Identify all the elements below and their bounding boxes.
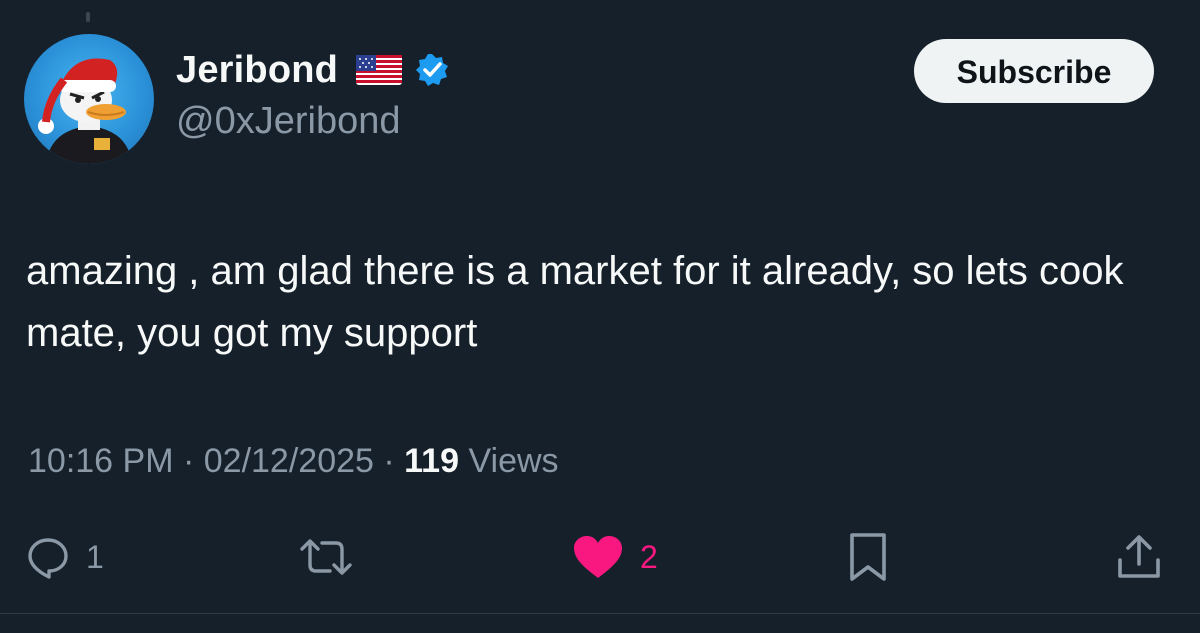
us-flag-icon <box>356 55 403 85</box>
reply-icon <box>28 538 68 579</box>
display-name[interactable]: Jeribond <box>176 49 338 92</box>
views-count[interactable]: 119 <box>404 442 459 480</box>
tweet-metadata: 10:16 PM · 02/12/2025 · 119 Views <box>28 442 559 481</box>
meta-separator: · <box>373 442 405 480</box>
views-label: Views <box>459 442 559 480</box>
divider <box>0 613 1200 614</box>
bookmark-icon <box>850 533 886 581</box>
subscribe-button[interactable]: Subscribe <box>914 39 1154 103</box>
bookmark-button[interactable] <box>848 522 888 592</box>
tweet-detail: Jeribond @0xJeribond Subscribe amazing ,… <box>0 0 1200 633</box>
author-handle[interactable]: @0xJeribond <box>176 100 450 143</box>
duck-avatar-icon <box>38 58 132 164</box>
reply-count: 1 <box>86 538 104 575</box>
reply-button[interactable]: 1 <box>26 522 104 592</box>
like-button[interactable]: 2 <box>572 522 658 592</box>
tweet-date[interactable]: 02/12/2025 <box>204 442 374 480</box>
verified-badge-icon[interactable] <box>414 52 450 88</box>
like-count: 2 <box>640 538 658 575</box>
share-icon <box>1118 535 1160 578</box>
avatar[interactable] <box>24 34 154 164</box>
meta-separator: · <box>173 442 204 480</box>
heart-filled-icon <box>574 536 622 578</box>
tweet-text: amazing , am glad there is a market for … <box>26 249 1124 355</box>
author-name-row: Jeribond <box>176 48 450 92</box>
share-button[interactable] <box>1114 522 1164 592</box>
thread-connector <box>86 12 90 22</box>
tweet-time[interactable]: 10:16 PM <box>28 442 174 480</box>
author-info: Jeribond @0xJeribond <box>176 48 450 143</box>
retweet-button[interactable] <box>296 522 372 592</box>
retweet-icon <box>300 539 352 575</box>
action-bar: 1 2 <box>0 522 1200 592</box>
